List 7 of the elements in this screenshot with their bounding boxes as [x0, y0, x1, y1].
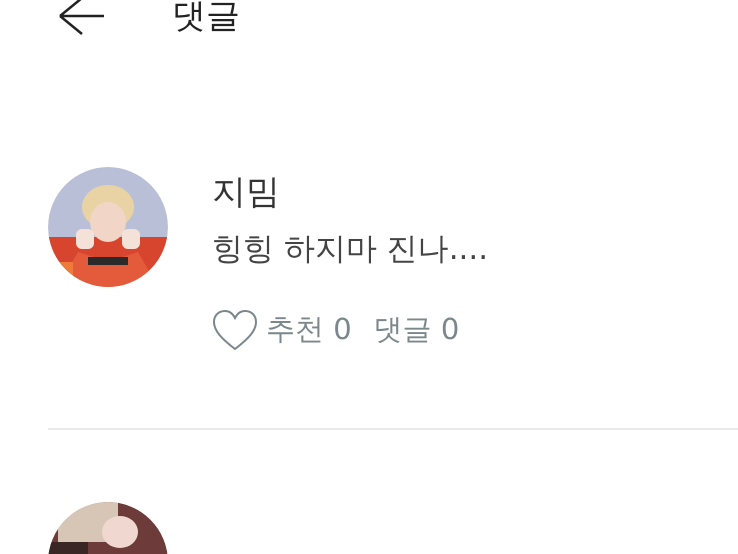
- comment-text: 힝힝 하지마 진나....: [212, 230, 488, 268]
- page-title: 댓글: [172, 0, 240, 33]
- back-arrow-icon[interactable]: [58, 0, 106, 36]
- like-count[interactable]: 추천 0: [266, 308, 352, 352]
- heart-icon[interactable]: [212, 309, 258, 351]
- comment-author: 지밈: [212, 171, 281, 214]
- reply-count[interactable]: 댓글 0: [374, 308, 460, 352]
